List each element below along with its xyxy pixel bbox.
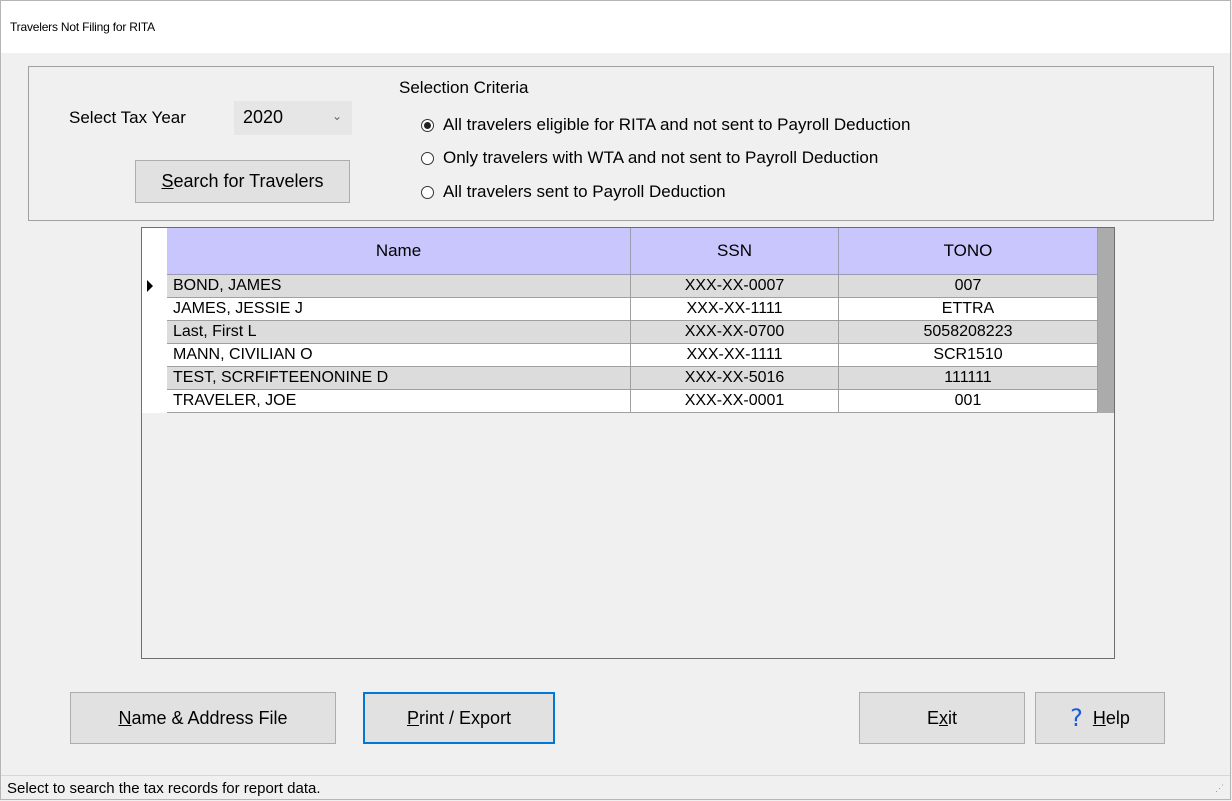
search-button-label: Search for Travelers [161,171,324,191]
radio-button[interactable] [421,118,434,132]
table-row[interactable]: TRAVELER, JOE XXX-XX-0001 001 [142,390,1098,413]
table-row[interactable]: MANN, CIVILIAN O XXX-XX-1111 SCR1510 [142,344,1098,367]
radio-option-label: Only travelers with WTA and not sent to … [443,148,879,167]
cell-ssn[interactable]: XXX-XX-5016 [631,367,839,390]
status-text: Select to search the tax records for rep… [7,780,321,797]
name-address-file-button[interactable]: Name & Address File [70,692,336,744]
column-header-tono[interactable]: TONO [839,228,1098,275]
window-title: Travelers Not Filing for RITA [10,20,155,34]
table-row[interactable]: Last, First L XXX-XX-0700 5058208223 [142,321,1098,344]
cell-name[interactable]: MANN, CIVILIAN O [167,344,631,367]
row-pointer-icon [147,280,153,292]
cell-ssn[interactable]: XXX-XX-0700 [631,321,839,344]
cell-name[interactable]: TRAVELER, JOE [167,390,631,413]
help-button[interactable]: ? Help [1035,692,1165,744]
row-selector[interactable] [142,367,167,390]
table-row[interactable]: TEST, SCRFIFTEENONINE D XXX-XX-5016 1111… [142,367,1098,390]
print-export-button-label: Print / Export [406,707,512,728]
grid-empty-area [142,413,1114,658]
cell-name[interactable]: Last, First L [167,321,631,344]
column-header-ssn[interactable]: SSN [631,228,839,275]
size-grip-icon[interactable]: ⋰ [1215,784,1225,796]
radio-option-label: All travelers sent to Payroll Deduction [443,182,726,201]
name-address-button-label: Name & Address File [118,707,288,728]
cell-tono[interactable]: 5058208223 [839,321,1098,344]
search-for-travelers-button[interactable]: Search for Travelers [135,160,350,203]
row-selector[interactable] [142,275,167,298]
cell-tono[interactable]: ETTRA [839,298,1098,321]
row-selector[interactable] [142,344,167,367]
cell-tono[interactable]: 111111 [839,367,1098,390]
status-bar: Select to search the tax records for rep… [1,775,1230,800]
selection-criteria-label: Selection Criteria [399,78,529,97]
grid-corner [142,228,167,275]
row-selector[interactable] [142,321,167,344]
cell-tono[interactable]: SCR1510 [839,344,1098,367]
cell-ssn[interactable]: XXX-XX-1111 [631,344,839,367]
cell-ssn[interactable]: XXX-XX-0007 [631,275,839,298]
radio-option-all-eligible[interactable]: All travelers eligible for RITA and not … [421,115,910,135]
radio-button[interactable] [421,151,434,165]
grid-rows: BOND, JAMES XXX-XX-0007 007 JAMES, JESSI… [142,275,1098,413]
table-row[interactable]: JAMES, JESSIE J XXX-XX-1111 ETTRA [142,298,1098,321]
cell-name[interactable]: BOND, JAMES [167,275,631,298]
print-export-button[interactable]: Print / Export [363,692,555,744]
question-mark-icon: ? [1070,704,1083,732]
cell-tono[interactable]: 001 [839,390,1098,413]
row-selector[interactable] [142,298,167,321]
title-bar: Travelers Not Filing for RITA [1,1,1230,53]
column-header-name[interactable]: Name [167,228,631,275]
cell-name[interactable]: JAMES, JESSIE J [167,298,631,321]
grid-header: Name SSN TONO [167,228,1098,275]
help-button-label: Help [1092,707,1130,728]
radio-option-payroll-deduction[interactable]: All travelers sent to Payroll Deduction [421,182,726,202]
chevron-down-icon: ⌄ [331,109,342,123]
exit-button[interactable]: Exit [859,692,1025,744]
radio-button[interactable] [421,185,434,199]
exit-button-label: Exit [926,707,957,728]
radio-option-label: All travelers eligible for RITA and not … [443,115,911,134]
tax-year-value: 2020 [243,107,284,127]
radio-option-wta-only[interactable]: Only travelers with WTA and not sent to … [421,148,878,168]
row-selector[interactable] [142,390,167,413]
cell-ssn[interactable]: XXX-XX-1111 [631,298,839,321]
cell-name[interactable]: TEST, SCRFIFTEENONINE D [167,367,631,390]
report-window: Travelers Not Filing for RITA Select Tax… [0,0,1231,800]
table-row[interactable]: BOND, JAMES XXX-XX-0007 007 [142,275,1098,298]
cell-ssn[interactable]: XXX-XX-0001 [631,390,839,413]
travelers-grid[interactable]: Name SSN TONO BOND, JAMES XXX-XX-0007 00… [141,227,1115,659]
cell-tono[interactable]: 007 [839,275,1098,298]
tax-year-select[interactable]: 2020 ⌄ [234,101,352,135]
tax-year-label: Select Tax Year [69,108,186,127]
